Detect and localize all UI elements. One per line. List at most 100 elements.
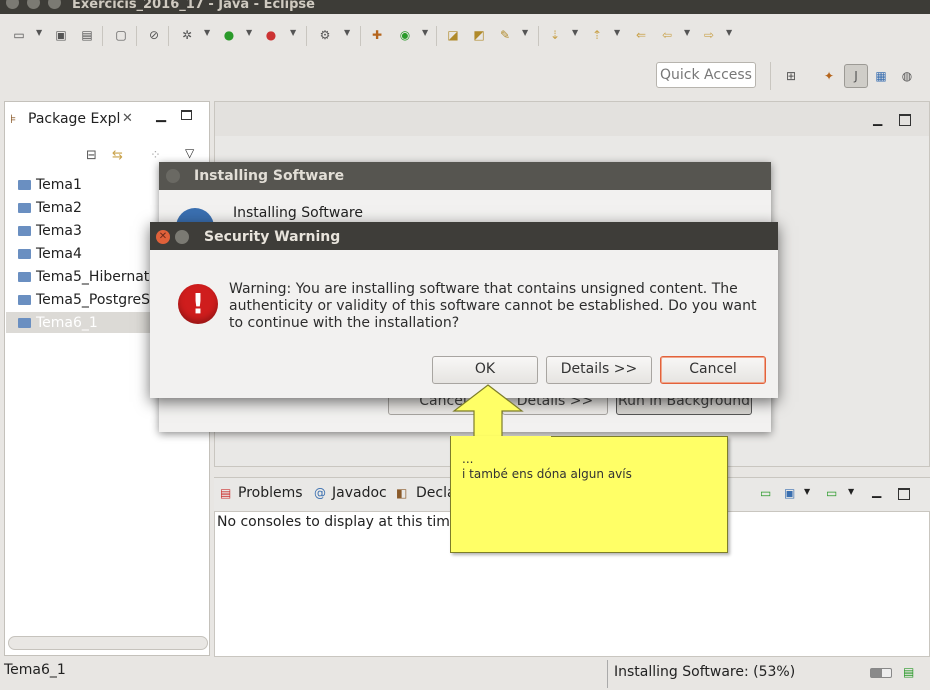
tree-item-tema1[interactable]: Tema1 [18,175,82,195]
window-maximize-button[interactable] [48,0,61,9]
toolbar-separator [168,26,169,46]
last-edit-location-icon[interactable]: ⇐ [632,26,650,44]
quick-access-input[interactable]: Quick Access [656,62,756,88]
progress-view-icon[interactable]: ▤ [903,665,914,679]
security-warning-title: Security Warning [204,229,341,245]
folder-icon [18,180,31,190]
collapse-all-icon[interactable]: ⊟ [86,148,97,163]
save-all-icon[interactable]: ▤ [78,26,96,44]
toolbar-separator [136,26,137,46]
debug-icon[interactable]: ✲ [178,26,196,44]
minimize-icon[interactable] [175,230,189,244]
maximize-icon[interactable] [181,110,192,120]
git-perspective-icon[interactable]: ◍ [898,67,916,85]
chevron-down-icon[interactable]: ▼ [804,487,810,496]
package-explorer-icon: ⊧ [10,112,17,126]
close-icon[interactable]: ✕ [122,111,133,126]
folder-icon [18,272,31,282]
terminal-icon[interactable]: ▢ [112,26,130,44]
toolbar-separator [436,26,437,46]
folder-icon [18,203,31,213]
details-button[interactable]: Details >> [546,356,652,384]
maximize-icon[interactable] [898,488,910,500]
folder-icon [18,295,31,305]
chevron-down-icon[interactable]: ▼ [422,28,428,37]
new-wizard-icon[interactable]: ▭ [10,26,28,44]
minimize-icon[interactable]: ▁ [872,484,881,498]
chevron-down-icon[interactable]: ▼ [344,28,350,37]
installing-software-heading: Installing Software [233,205,363,221]
callout-joint [451,436,551,439]
back-arrow-icon[interactable]: ⇦ [658,26,676,44]
toolbar-separator [360,26,361,46]
window-close-button[interactable] [6,0,19,9]
folder-icon [18,249,31,259]
skip-breakpoints-icon[interactable]: ⊘ [145,26,163,44]
chevron-down-icon[interactable]: ▼ [204,28,210,37]
tree-item-tema3[interactable]: Tema3 [18,221,82,241]
run-external-tools-icon[interactable]: ● [262,26,280,44]
previous-annotation-icon[interactable]: ⇡ [588,26,606,44]
tab-problems[interactable]: Problems [238,485,303,501]
chevron-down-icon[interactable]: ▼ [36,28,42,37]
new-java-class-icon[interactable]: ◉ [396,26,414,44]
status-selection: Tema6_1 [4,662,66,678]
open-folder-icon[interactable]: ◩ [470,26,488,44]
window-title-bar: Exercicis_2016_17 - Java - Eclipse [0,0,930,14]
chevron-down-icon[interactable]: ▼ [614,28,620,37]
toolbar-separator [538,26,539,46]
tree-item-tema4[interactable]: Tema4 [18,244,82,264]
tree-item-tema2[interactable]: Tema2 [18,198,82,218]
tab-javadoc[interactable]: Javadoc [332,485,387,501]
tree-item-tema6-1[interactable]: Tema6_1 [18,313,98,333]
next-annotation-icon[interactable]: ⇣ [546,26,564,44]
java-ee-perspective-icon[interactable]: ✦ [820,67,838,85]
save-icon[interactable]: ▣ [52,26,70,44]
minimize-icon[interactable]: ▁ [873,112,882,126]
chevron-down-icon[interactable]: ▼ [246,28,252,37]
new-java-package-icon[interactable]: ✚ [368,26,386,44]
folder-icon [18,318,31,328]
window-minimize-button[interactable] [27,0,40,9]
open-console-icon[interactable]: ▭ [760,486,771,500]
status-progress-text[interactable]: Installing Software: (53%) [614,664,795,680]
toolbar-separator [306,26,307,46]
forward-arrow-icon[interactable]: ⇨ [700,26,718,44]
run-icon[interactable]: ● [220,26,238,44]
new-console-icon[interactable]: ▭ [826,486,837,500]
close-icon[interactable]: ✕ [156,230,170,244]
window-title: Exercicis_2016_17 - Java - Eclipse [72,0,315,12]
coverage-icon[interactable]: ⚙ [316,26,334,44]
toolbar-separator [102,26,103,46]
view-menu-chevron-down-icon[interactable]: ▽ [185,146,194,160]
security-warning-message: Warning: You are installing software tha… [229,281,757,331]
minimize-icon[interactable]: ▁ [156,108,166,123]
java-perspective-icon[interactable]: J [844,64,868,88]
chevron-down-icon[interactable]: ▼ [726,28,732,37]
toolbar-separator [770,62,771,90]
tree-item-tema5-postgresql[interactable]: Tema5_PostgreSQL [18,290,169,310]
chevron-down-icon[interactable]: ▼ [572,28,578,37]
ok-button[interactable]: OK [432,356,538,384]
dialog-close-icon[interactable] [166,169,180,183]
focus-icon[interactable]: ⁘ [150,148,161,163]
tree-item-tema5-hibernate[interactable]: Tema5_Hibernate [18,267,158,287]
perspective-switcher: ⊞ ✦ J ▦ ◍ [770,60,930,92]
open-type-icon[interactable]: ◪ [444,26,462,44]
open-perspective-icon[interactable]: ⊞ [782,67,800,85]
console-empty-message: No consoles to display at this time. [217,514,463,530]
debug-perspective-icon[interactable]: ▦ [872,67,890,85]
maximize-icon[interactable] [899,114,911,126]
cancel-button[interactable]: Cancel [660,356,766,384]
progress-bar[interactable] [870,668,892,678]
chevron-down-icon[interactable]: ▼ [684,28,690,37]
display-console-icon[interactable]: ▣ [784,486,795,500]
search-icon[interactable]: ✎ [496,26,514,44]
horizontal-scrollbar[interactable] [8,636,208,650]
problems-icon: ▤ [220,486,232,500]
callout-arrow [452,384,524,442]
link-with-editor-icon[interactable]: ⇆ [112,148,123,163]
chevron-down-icon[interactable]: ▼ [848,487,854,496]
chevron-down-icon[interactable]: ▼ [522,28,528,37]
chevron-down-icon[interactable]: ▼ [290,28,296,37]
